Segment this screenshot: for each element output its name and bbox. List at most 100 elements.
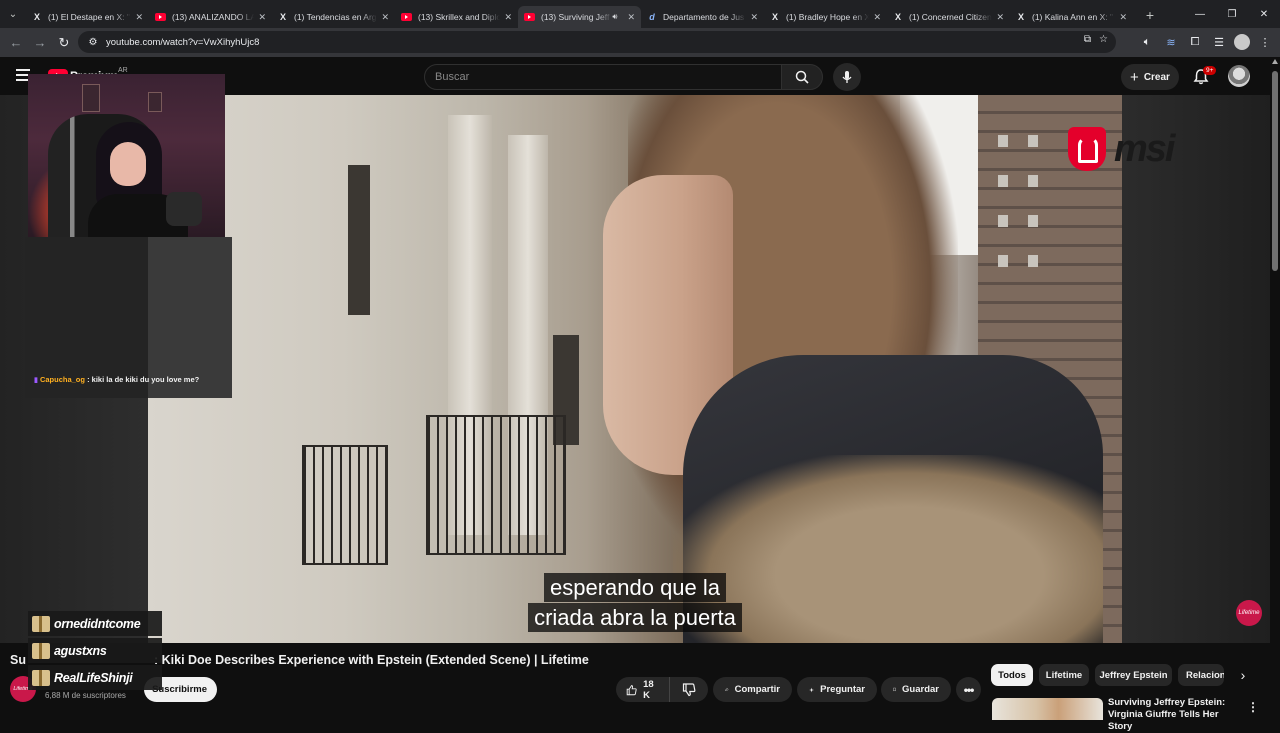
tab-title: (13) Surviving Jeff: [541, 12, 610, 22]
like-button[interactable]: 18 K: [616, 677, 670, 702]
close-tab-icon[interactable]: ✕: [258, 12, 266, 23]
audio-wave-icon[interactable]: ≋: [1162, 31, 1180, 53]
search-button[interactable]: [781, 64, 823, 90]
microphone-icon: [166, 192, 202, 226]
chat-badge-icon: ▮: [34, 377, 38, 384]
minimize-icon[interactable]: —: [1184, 0, 1216, 28]
profile-avatar-icon[interactable]: [1234, 34, 1250, 50]
tab-title: (13) Skrillex and Diplo: [418, 12, 501, 22]
chip-relacionado[interactable]: Relacionado: [1178, 664, 1224, 686]
speaker-icon[interactable]: 🔊︎: [612, 12, 617, 22]
ask-button[interactable]: Preguntar: [797, 677, 877, 702]
ask-label: Preguntar: [820, 684, 865, 695]
chat-message: ▮ Capucha_og : kiki la de kiki du you lo…: [34, 375, 200, 384]
streamer-webcam: [28, 74, 225, 237]
chat-text: kiki la de kiki du you love me?: [91, 375, 200, 384]
browser-tab[interactable]: X (1) Bradley Hope en X ✕: [764, 6, 887, 28]
sparkle-icon: [809, 687, 814, 692]
tab-title: (13) ANALIZANDO LA: [172, 12, 255, 22]
install-app-icon[interactable]: ⧉: [1084, 34, 1091, 45]
close-tab-icon[interactable]: ✕: [381, 12, 389, 23]
browser-tab[interactable]: (13) Skrillex and Diplo ✕: [395, 6, 518, 28]
share-button[interactable]: Compartir: [713, 677, 792, 702]
address-bar[interactable]: ⚙︎ youtube.com/watch?v=VwXihyhUjc8 ⧉ ☆: [78, 31, 1116, 53]
scroll-up-icon[interactable]: [1272, 59, 1278, 64]
new-tab-icon[interactable]: +: [1139, 7, 1161, 23]
close-tab-icon[interactable]: ✕: [996, 12, 1004, 23]
chevron-right-icon[interactable]: ›: [1234, 666, 1252, 684]
bookmark-icon: [893, 687, 896, 692]
subtitle-line-2: criada abra la puerta: [0, 603, 1270, 632]
close-tab-icon[interactable]: ✕: [1119, 12, 1127, 23]
search-placeholder: Buscar: [435, 71, 470, 83]
browser-toolbar: ← → ↻ ⚙︎ youtube.com/watch?v=VwXihyhUjc8…: [0, 28, 1280, 57]
like-count: 18 K: [643, 678, 654, 701]
browser-tab[interactable]: (13) ANALIZANDO LA ✕: [149, 6, 272, 28]
chip-todos[interactable]: Todos: [991, 664, 1033, 686]
stream-chat-overlay: ▮ Capucha_og : kiki la de kiki du you lo…: [25, 237, 232, 398]
bookmark-star-icon[interactable]: ☆: [1099, 34, 1108, 45]
save-button[interactable]: Guardar: [881, 677, 951, 702]
media-control-icon[interactable]: 🔈︎: [1138, 31, 1156, 53]
chip-lifetime[interactable]: Lifetime: [1039, 664, 1089, 686]
browser-tab[interactable]: X (1) Concerned Citizen ✕: [887, 6, 1010, 28]
browser-tab[interactable]: d Departamento de Jus ✕: [641, 6, 764, 28]
close-tab-icon[interactable]: ✕: [504, 12, 512, 23]
tab-search-icon[interactable]: ⌄: [0, 0, 26, 28]
browser-tab-active[interactable]: (13) Surviving Jeff 🔊︎ ✕: [518, 6, 641, 28]
video-blur-right: [1122, 95, 1270, 643]
save-label: Guardar: [902, 684, 939, 695]
recommendation-thumbnail[interactable]: [992, 698, 1103, 720]
x-logo-icon: X: [1017, 12, 1024, 22]
notifications-badge: 9+: [1203, 66, 1217, 75]
extensions-icon[interactable]: ⧠: [1186, 31, 1204, 53]
tab-title: (1) Bradley Hope en X: [786, 12, 870, 22]
close-window-icon[interactable]: ✕: [1248, 0, 1280, 28]
share-icon: [725, 687, 729, 691]
reload-icon[interactable]: ↻: [52, 31, 76, 55]
x-logo-icon: X: [279, 12, 286, 22]
gift-name: agustxns: [54, 643, 107, 658]
chip-label: Lifetime: [1045, 669, 1083, 681]
back-icon[interactable]: ←: [4, 31, 28, 55]
close-tab-icon[interactable]: ✕: [750, 12, 758, 23]
url-text[interactable]: youtube.com/watch?v=VwXihyhUjc8: [106, 37, 259, 48]
browser-tab[interactable]: X (1) El Destape en X: " ✕: [26, 6, 149, 28]
window-controls: — ❐ ✕: [1184, 0, 1280, 28]
forward-icon[interactable]: →: [28, 31, 52, 55]
tab-title: (1) Kalina Ann en X: ": [1032, 12, 1113, 22]
more-actions-button[interactable]: •••: [956, 677, 981, 702]
person-in-video: [573, 95, 1103, 643]
create-button[interactable]: + Crear: [1121, 64, 1179, 90]
thumbs-up-icon: [626, 684, 637, 695]
video-title-start: Su: [10, 653, 26, 667]
recommendation-title[interactable]: Surviving Jeffrey Epstein: Virginia Giuf…: [1108, 697, 1238, 733]
browser-menu-icon[interactable]: ⋮: [1256, 31, 1274, 53]
youtube-logo-icon: [401, 13, 412, 21]
page-scrollbar[interactable]: [1270, 57, 1280, 720]
avatar[interactable]: [1228, 65, 1250, 87]
close-tab-icon[interactable]: ✕: [873, 12, 881, 23]
search-input[interactable]: Buscar: [424, 64, 782, 90]
close-tab-icon[interactable]: ✕: [135, 12, 143, 23]
more-horizontal-icon: •••: [963, 682, 975, 697]
browser-tab[interactable]: X (1) Kalina Ann en X: " ✕: [1010, 6, 1133, 28]
x-logo-icon: X: [33, 12, 40, 22]
chip-jeffrey-epstein[interactable]: Jeffrey Epstein: [1095, 664, 1172, 686]
close-tab-icon[interactable]: ✕: [627, 12, 635, 23]
more-vertical-icon[interactable]: ⋮: [1247, 700, 1259, 714]
restore-icon[interactable]: ❐: [1216, 0, 1248, 28]
chip-label: Relacionado: [1186, 669, 1224, 681]
voice-search-button[interactable]: [833, 63, 861, 91]
microphone-icon: [842, 71, 852, 83]
like-dislike-group: 18 K: [616, 677, 708, 702]
gift-name-item: ornedidntcome: [28, 611, 162, 636]
site-info-icon[interactable]: ⚙︎: [86, 35, 100, 49]
dislike-button[interactable]: [670, 677, 708, 702]
gift-icon: [32, 615, 50, 632]
tab-title: Departamento de Jus: [663, 12, 745, 22]
browser-tab[interactable]: X (1) Tendencias en Arg ✕: [272, 6, 395, 28]
scroll-thumb[interactable]: [1272, 71, 1278, 271]
reading-list-icon[interactable]: ☰: [1210, 31, 1228, 53]
gift-name: RealLifeShinji: [54, 670, 133, 685]
